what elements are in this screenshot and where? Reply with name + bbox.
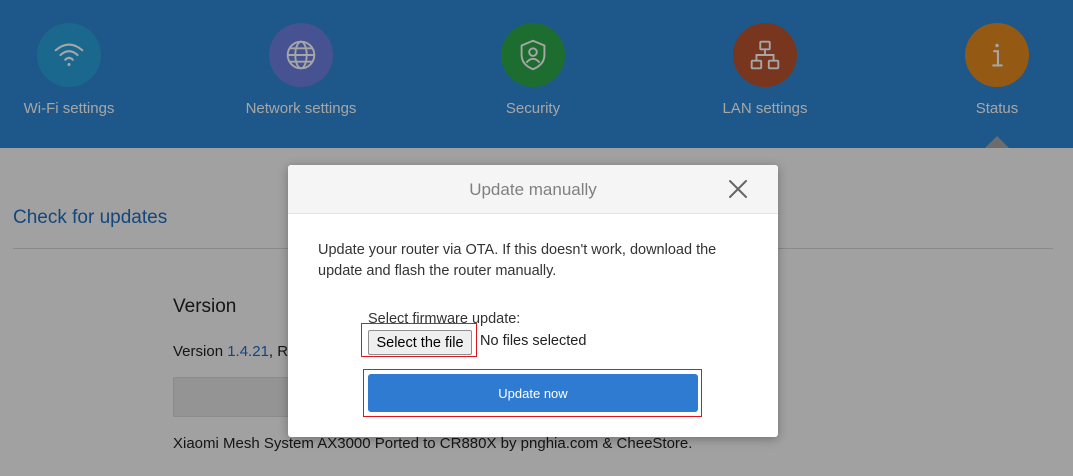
close-icon — [729, 180, 747, 198]
update-now-button[interactable]: Update now — [368, 374, 698, 412]
dialog-header: Update manually — [288, 165, 778, 214]
select-file-button[interactable]: Select the file — [368, 330, 472, 355]
close-button[interactable] — [726, 177, 750, 201]
file-status-text: No files selected — [480, 333, 587, 349]
update-manually-dialog: Update manually Update your router via O… — [288, 165, 778, 437]
dialog-title: Update manually — [469, 180, 597, 199]
dialog-description: Update your router via OTA. If this does… — [318, 242, 717, 279]
firmware-label: Select firmware update: — [368, 311, 521, 327]
